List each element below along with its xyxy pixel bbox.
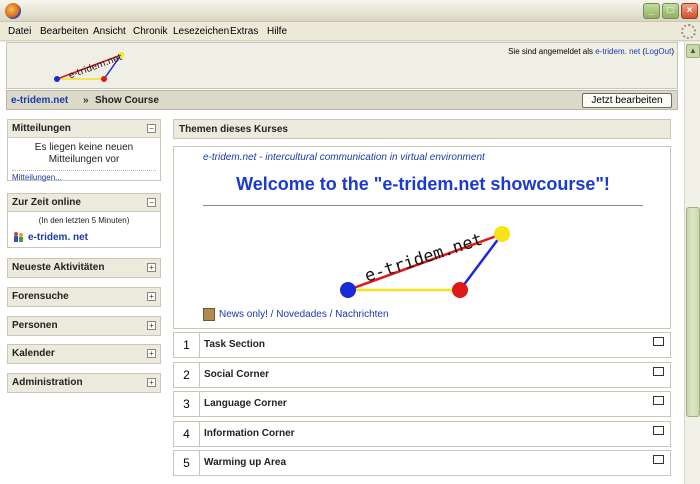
online-user[interactable]: e-tridem. net: [12, 231, 160, 245]
block-title: Forensuche: [12, 291, 69, 302]
section-number: 3: [174, 392, 200, 416]
breadcrumb-home[interactable]: e-tridem.net: [11, 95, 68, 106]
minimize-button[interactable]: _: [643, 3, 660, 19]
divider: [203, 205, 643, 206]
intro-title: Welcome to the "e-tridem.net showcourse"…: [236, 174, 610, 194]
block-title: Mitteilungen: [12, 123, 71, 134]
maximize-button[interactable]: □: [662, 3, 679, 19]
section-toggle-icon[interactable]: [653, 337, 664, 346]
firefox-icon: [5, 3, 21, 19]
course-section[interactable]: 4 Information Corner: [173, 421, 671, 447]
throbber-icon: [681, 24, 696, 39]
messages-link[interactable]: Mitteilungen...: [12, 170, 156, 182]
section-title[interactable]: Task Section: [204, 339, 265, 350]
block-administration: Administration +: [7, 373, 161, 393]
menu-extras[interactable]: Extras: [230, 26, 258, 37]
login-prefix: Sie sind angemeldet als: [508, 47, 594, 56]
site-logo[interactable]: e-tridem.net: [47, 47, 137, 87]
section-title[interactable]: Language Corner: [204, 398, 287, 409]
intro-subtitle: e-tridem.net - intercultural communicati…: [203, 152, 485, 163]
block-header[interactable]: Kalender +: [8, 345, 160, 363]
course-section[interactable]: 5 Warming up Area: [173, 450, 671, 476]
page-content: e-tridem.net Sie sind angemeldet als e-t…: [0, 42, 684, 484]
block-people: Personen +: [7, 316, 161, 336]
block-header: Zur Zeit online −: [8, 194, 160, 212]
course-section[interactable]: 3 Language Corner: [173, 391, 671, 417]
online-user-name[interactable]: e-tridem. net: [28, 232, 88, 243]
section-toggle-icon[interactable]: [653, 367, 664, 376]
section-number: 2: [174, 363, 200, 387]
course-logo-text: e-tridem.net: [362, 230, 485, 287]
edit-mode-button[interactable]: Jetzt bearbeiten: [582, 93, 672, 108]
messages-empty-text: Es liegen keine neuen Mitteilungen vor: [34, 142, 134, 165]
section-title[interactable]: Social Corner: [204, 369, 269, 380]
section-number: 5: [174, 451, 200, 475]
block-forum-search: Forensuche +: [7, 287, 161, 307]
expand-plus-icon[interactable]: +: [147, 349, 156, 358]
course-section[interactable]: 1 Task Section: [173, 332, 671, 358]
block-header[interactable]: Personen +: [8, 317, 160, 335]
logout-link[interactable]: LogOut: [645, 47, 671, 56]
login-info: Sie sind angemeldet als e-tridem. net (L…: [508, 47, 674, 56]
section-title[interactable]: Information Corner: [204, 428, 295, 439]
breadcrumb-separator: »: [83, 95, 89, 106]
section-number: 4: [174, 422, 200, 446]
collapse-minus-icon[interactable]: −: [147, 198, 156, 207]
menu-chronik[interactable]: Chronik: [133, 26, 167, 37]
course-logo: e-tridem.net: [340, 226, 510, 298]
section-number: 1: [174, 333, 200, 357]
block-title: Personen: [12, 320, 58, 331]
block-title: Administration: [12, 377, 83, 388]
menu-bar: Datei Bearbeiten Ansicht Chronik Lesezei…: [0, 23, 700, 41]
menu-lesezeichen[interactable]: Lesezeichen: [173, 26, 229, 37]
section-toggle-icon[interactable]: [653, 396, 664, 405]
topics-header: Themen dieses Kurses: [173, 119, 671, 139]
section-title[interactable]: Warming up Area: [204, 457, 286, 468]
expand-plus-icon[interactable]: +: [147, 292, 156, 301]
expand-plus-icon[interactable]: +: [147, 263, 156, 272]
menu-ansicht[interactable]: Ansicht: [93, 26, 126, 37]
scrollbar-thumb[interactable]: [686, 207, 700, 417]
block-header: Mitteilungen −: [8, 120, 160, 138]
block-title: Neueste Aktivitäten: [12, 262, 105, 273]
menu-datei[interactable]: Datei: [8, 26, 31, 37]
block-title: Zur Zeit online: [12, 197, 81, 208]
breadcrumb-current: Show Course: [95, 95, 159, 106]
expand-plus-icon[interactable]: +: [147, 321, 156, 330]
expand-plus-icon[interactable]: +: [147, 378, 156, 387]
section-toggle-icon[interactable]: [653, 426, 664, 435]
topics-title: Themen dieses Kurses: [179, 124, 288, 135]
block-title: Kalender: [12, 348, 55, 359]
block-calendar: Kalender +: [7, 344, 161, 364]
breadcrumb: e-tridem.net » Show Course Jetzt bearbei…: [6, 90, 678, 110]
menu-hilfe[interactable]: Hilfe: [267, 26, 287, 37]
section-toggle-icon[interactable]: [653, 455, 664, 464]
block-header[interactable]: Neueste Aktivitäten +: [8, 259, 160, 277]
online-note: (In den letzten 5 Minuten): [38, 216, 130, 225]
logo-text: e-tridem.net: [68, 53, 125, 82]
window-titlebar: _ □ ×: [0, 0, 700, 22]
user-group-icon: [14, 232, 23, 242]
course-section[interactable]: 2 Social Corner: [173, 362, 671, 388]
collapse-minus-icon[interactable]: −: [147, 124, 156, 133]
forum-icon: [203, 308, 215, 321]
scroll-up-arrow-icon[interactable]: ▲: [686, 44, 700, 58]
vertical-scrollbar[interactable]: ▲: [684, 42, 700, 484]
news-forum-label[interactable]: News only! / Novedades / Nachrichten: [219, 309, 389, 320]
course-intro: e-tridem.net - intercultural communicati…: [173, 146, 671, 329]
site-header: e-tridem.net Sie sind angemeldet als e-t…: [6, 42, 678, 89]
block-messages: Mitteilungen − Es liegen keine neuen Mit…: [7, 119, 161, 182]
block-header[interactable]: Administration +: [8, 374, 160, 392]
login-user-link[interactable]: e-tridem. net: [595, 47, 640, 56]
block-header[interactable]: Forensuche +: [8, 288, 160, 306]
block-online-users: Zur Zeit online − (In den letzten 5 Minu…: [7, 193, 161, 248]
menu-bearbeiten[interactable]: Bearbeiten: [40, 26, 88, 37]
block-recent-activity: Neueste Aktivitäten +: [7, 258, 161, 278]
close-button[interactable]: ×: [681, 3, 698, 19]
